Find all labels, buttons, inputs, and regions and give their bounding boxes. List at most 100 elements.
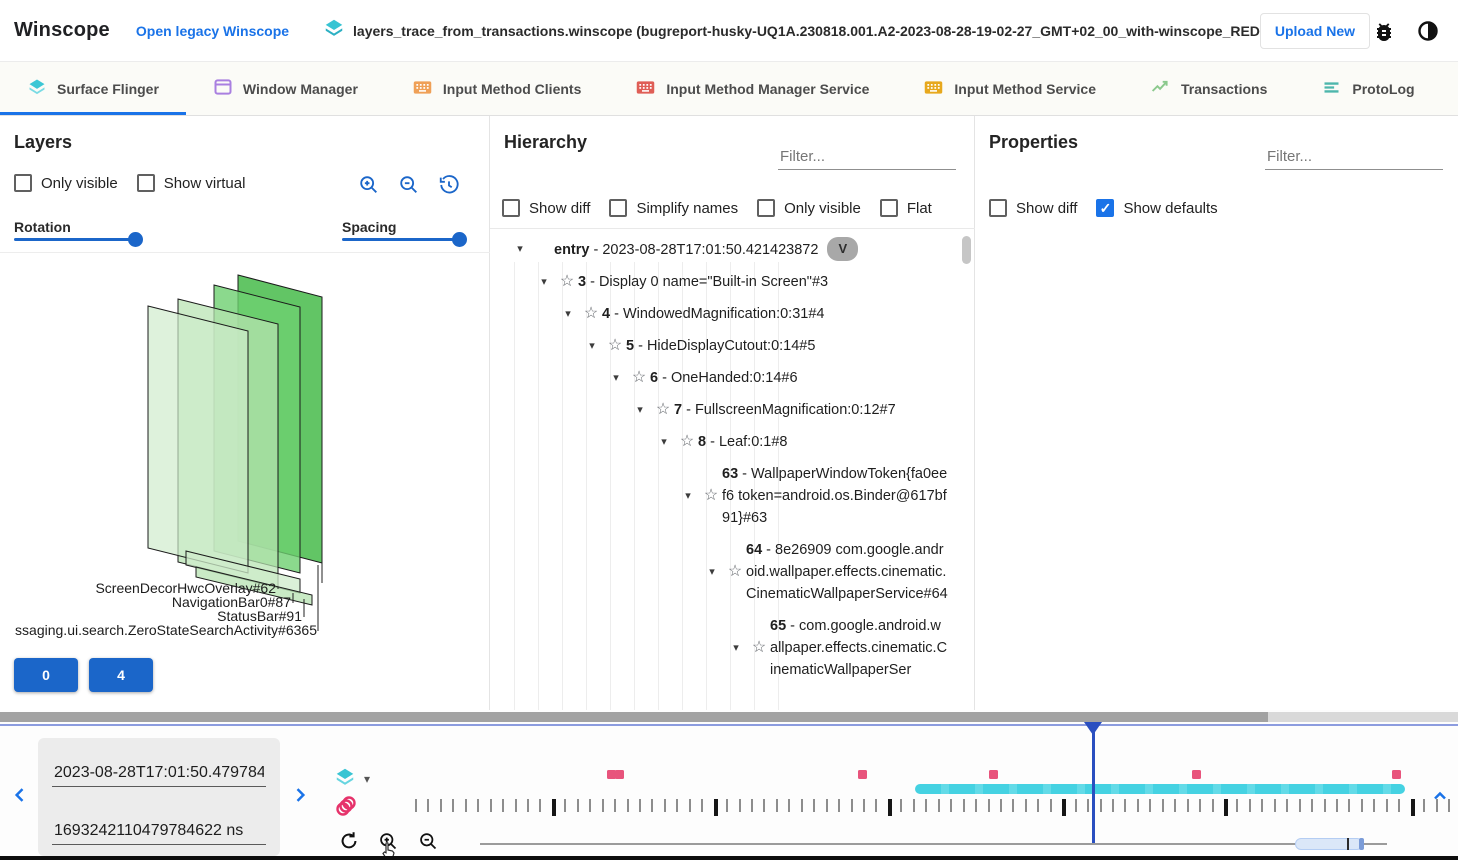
rotation-slider[interactable] [14,238,136,241]
tree-node[interactable]: ▾ ☆ 5 - HideDisplayCutout:0:14#5 [508,330,948,362]
star-icon[interactable]: ☆ [604,335,626,357]
tree-node[interactable]: ▾ ☆ 8 - Leaf:0:1#8 [508,426,948,458]
expand-arrow-icon[interactable]: ▾ [652,431,676,453]
ruler-tick [1037,799,1039,812]
bug-report-icon[interactable] [1372,20,1396,44]
tree-node-label: 7 - FullscreenMagnification:0:12#7 [674,399,948,421]
event-marker[interactable] [989,770,998,779]
timeline-section: ▾ [0,710,1458,860]
refresh-icon[interactable] [338,830,360,857]
event-marker[interactable] [858,770,867,779]
restore-view-icon[interactable] [438,174,460,196]
expand-arrow-icon[interactable]: ▾ [724,637,748,659]
expand-arrow-icon[interactable]: ▾ [676,485,700,507]
tree-node[interactable]: ▾ ☆ 63 - WallpaperWindowToken{fa0eef6 to… [508,458,948,534]
expand-arrow-icon[interactable]: ▾ [628,399,652,421]
star-icon[interactable]: ☆ [724,561,746,583]
show-diff-checkbox[interactable]: Show diff [989,199,1077,217]
ruler-tick-major [714,799,718,816]
event-marker[interactable] [1192,770,1201,779]
show-diff-checkbox[interactable]: Show diff [502,199,590,217]
simplify-names-checkbox[interactable]: Simplify names [609,199,738,217]
expand-arrow-icon[interactable]: ▾ [580,335,604,357]
properties-filter-input[interactable] [1265,144,1443,170]
star-icon[interactable]: ☆ [556,271,578,293]
star-icon[interactable]: ☆ [700,485,722,507]
only-visible-checkbox[interactable]: Only visible [757,199,861,217]
timeline-cursor[interactable] [1092,722,1095,845]
hierarchy-options: Show diff Simplify names Only visible Fl… [502,199,932,217]
hierarchy-filter-input[interactable] [778,144,956,170]
zoom-out-icon[interactable] [398,174,420,196]
display-id-button-0[interactable]: 0 [14,658,78,692]
timeline-hscrollbar-thumb[interactable] [0,712,1268,722]
star-icon[interactable]: ☆ [676,431,698,453]
ruler-tick [1212,799,1214,812]
timeline-zoom-selection-tick [1347,838,1349,850]
spacing-slider-thumb[interactable] [452,232,467,247]
tab-transactions[interactable]: Transactions [1123,62,1294,115]
prev-entry-chevron-icon[interactable] [10,785,30,805]
transitions-trace-icon[interactable] [334,794,358,823]
ruler-tick [1299,799,1301,812]
expand-arrow-icon[interactable]: ▾ [604,367,628,389]
tab-surface-flinger[interactable]: Surface Flinger [0,62,186,115]
ruler-tick [963,799,965,812]
ruler-tick [1261,799,1263,812]
tree-node[interactable]: ▾ ☆ 65 - com.google.android.wallpaper.ef… [508,610,948,686]
timestamp-ns-input[interactable] [52,818,266,845]
dark-mode-toggle-icon[interactable] [1416,19,1440,43]
show-defaults-checkbox[interactable]: ✓Show defaults [1096,199,1217,217]
display-id-button-4[interactable]: 4 [89,658,153,692]
expand-arrow-icon[interactable]: ▾ [508,238,532,260]
ruler-tick [701,799,703,812]
checkbox-box[interactable] [14,174,32,192]
layers-trace-icon[interactable] [334,766,356,793]
tree-node[interactable]: ▾ ☆ 6 - OneHanded:0:14#6 [508,362,948,394]
upload-new-button[interactable]: Upload New [1260,13,1370,49]
tab-input-method-service[interactable]: Input Method Service [896,62,1123,115]
tab-window-manager[interactable]: Window Manager [186,62,385,115]
trace-dropdown-caret-icon[interactable]: ▾ [364,772,370,786]
spacing-slider[interactable] [342,238,460,241]
tree-node[interactable]: ▾ ☆ entry - 2023-08-28T17:01:50.42142387… [508,232,948,266]
expand-arrow-icon[interactable]: ▾ [556,303,580,325]
star-icon[interactable]: ☆ [580,303,602,325]
checkbox-box[interactable] [137,174,155,192]
event-marker[interactable] [1392,770,1401,779]
tab-input-method-clients[interactable]: Input Method Clients [385,62,608,115]
timestamp-human-input[interactable] [52,760,266,787]
next-entry-chevron-icon[interactable] [290,785,310,805]
expand-arrow-icon[interactable]: ▾ [700,561,724,583]
tab-protolog[interactable]: ProtoLog [1294,62,1441,115]
tree-node[interactable]: ▾ ☆ 64 - 8e26909 com.google.android.wall… [508,534,948,610]
timeline-zoom-selection-handle[interactable] [1359,838,1364,850]
ruler-tick [1149,799,1151,812]
event-marker[interactable] [615,770,624,779]
show-virtual-checkbox[interactable]: Show virtual [137,174,246,192]
only-visible-checkbox[interactable]: Only visible [14,174,118,192]
star-icon[interactable]: ☆ [628,367,650,389]
tab-input-method-manager-service[interactable]: Input Method Manager Service [608,62,896,115]
rotation-slider-thumb[interactable] [128,232,143,247]
tree-node[interactable]: ▾ ☆ 7 - FullscreenMagnification:0:12#7 [508,394,948,426]
timeline-zoom-slider-track[interactable] [480,843,1387,845]
flat-checkbox[interactable]: Flat [880,199,932,217]
tree-node[interactable]: ▾ ☆ 3 - Display 0 name="Built-in Screen"… [508,266,948,298]
trace-active-range-bar[interactable] [915,784,1405,794]
open-legacy-link[interactable]: Open legacy Winscope [136,23,289,39]
expand-arrow-icon[interactable]: ▾ [532,271,556,293]
collapse-timeline-chevron-icon[interactable] [1430,786,1450,811]
star-icon[interactable]: ☆ [652,399,674,421]
ruler-tick [1386,799,1388,812]
timeline-zoom-selection[interactable] [1295,838,1363,850]
top-bar: Winscope Open legacy Winscope layers_tra… [0,0,1458,62]
timeline-zoom-out-icon[interactable] [418,831,439,857]
star-icon[interactable]: ☆ [748,637,770,659]
zoom-in-icon[interactable] [358,174,380,196]
ruler-tick [1000,799,1002,812]
tree-scrollbar[interactable] [962,236,971,264]
tab-transitions[interactable]: Tra [1442,62,1458,115]
tree-node[interactable]: ▾ ☆ 4 - WindowedMagnification:0:31#4 [508,298,948,330]
properties-panel: Properties Show diff ✓Show defaults [975,116,1458,710]
